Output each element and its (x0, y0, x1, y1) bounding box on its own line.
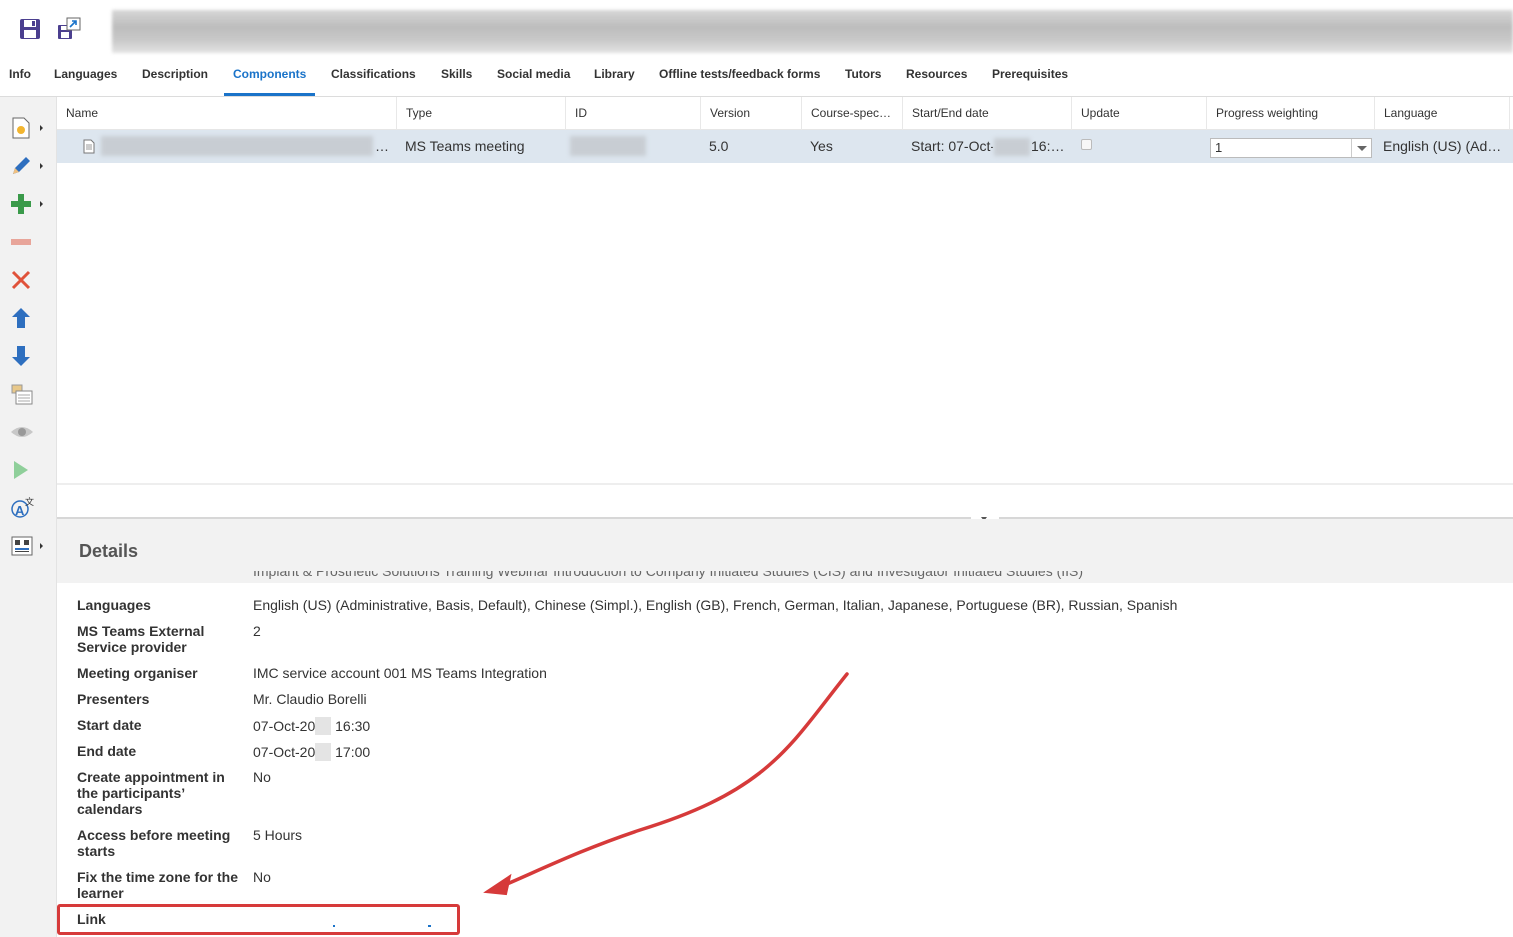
tab-languages[interactable]: Languages (45, 58, 126, 96)
copy-documents-icon (11, 384, 33, 405)
field-value-start-date: 07-Oct-20 16:30 (253, 717, 371, 735)
field-value-access-before: 5 Hours (253, 827, 303, 843)
barcode-button[interactable] (8, 531, 48, 561)
cell-start-date: Start: 07-Oct- (911, 138, 993, 154)
tab-info[interactable]: Info (0, 58, 40, 96)
move-up-button[interactable] (8, 303, 48, 333)
tab-library[interactable]: Library (585, 58, 644, 96)
field-label-access-before: Access before meeting starts (77, 827, 231, 859)
add-button[interactable] (8, 189, 48, 219)
play-icon (14, 461, 28, 479)
tab-tutors[interactable]: Tutors (836, 58, 890, 96)
tab-classifications[interactable]: Classifications (322, 58, 425, 96)
tab-resources[interactable]: Resources (897, 58, 976, 96)
svg-text:A: A (15, 503, 25, 518)
details-panel: Details Implant & Prosthetic Solutions T… (57, 519, 1513, 937)
preview-button[interactable] (8, 417, 48, 447)
close-icon (11, 270, 31, 290)
arrow-up-icon (12, 308, 30, 328)
plus-icon (11, 194, 31, 214)
column-header-version[interactable]: Version (701, 97, 802, 130)
delete-button[interactable] (8, 265, 48, 295)
highlight-box (57, 904, 460, 935)
chevron-down-icon[interactable] (1351, 139, 1371, 157)
field-value-organiser: IMC service account 001 MS Teams Integra… (253, 665, 547, 681)
save-icon[interactable] (16, 14, 44, 44)
cell-version: 5.0 (709, 138, 729, 154)
panel-splitter[interactable] (57, 483, 1513, 522)
field-label-fix-time-zone: Fix the time zone for the learner (77, 869, 239, 901)
minus-icon (11, 239, 31, 245)
tab-prerequisites[interactable]: Prerequisites (983, 58, 1077, 96)
top-toolbar (0, 0, 1513, 58)
column-header-course-specific[interactable]: Course-spec… (802, 97, 903, 130)
column-header-id[interactable]: ID (566, 97, 701, 130)
blurred-header (112, 10, 1513, 53)
translate-button[interactable]: A文 (8, 493, 48, 523)
edit-button[interactable] (8, 151, 48, 181)
field-label-start-date: Start date (77, 717, 142, 733)
components-grid: Name Type ID Version Course-spec… Start/… (57, 97, 1513, 483)
details-header: Details Implant & Prosthetic Solutions T… (57, 519, 1513, 583)
blurred-id (570, 136, 646, 156)
field-value-fix-time-zone: No (253, 869, 271, 885)
svg-text:文: 文 (25, 496, 34, 507)
translate-icon: A文 (11, 496, 34, 518)
column-header-start-end-date[interactable]: Start/End date (903, 97, 1072, 130)
field-value-languages: English (US) (Administrative, Basis, Def… (253, 597, 1178, 613)
cell-course-specific: Yes (810, 138, 833, 154)
details-title: Details (79, 541, 139, 561)
qr-code-icon (11, 536, 33, 556)
cell-start-time: 16:… (1031, 138, 1065, 154)
field-label-presenters: Presenters (77, 691, 150, 707)
new-component-button[interactable] (8, 113, 48, 143)
document-icon (83, 139, 95, 154)
left-toolbar: A文 (0, 97, 57, 937)
column-header-name[interactable]: Name (57, 97, 397, 130)
arrow-down-icon (12, 346, 30, 366)
pencil-icon (13, 157, 30, 174)
field-value-provider: 2 (253, 623, 261, 639)
cell-language: English (US) (Ad… (1383, 138, 1502, 154)
blurred-name (101, 136, 373, 156)
partial-name-row: Implant & Prosthetic Solutions Training … (253, 571, 1084, 579)
tab-offline-tests[interactable]: Offline tests/feedback forms (650, 58, 829, 96)
progress-weighting-value: 1 (1215, 140, 1223, 155)
field-label-organiser: Meeting organiser (77, 665, 198, 681)
start-button[interactable] (8, 455, 48, 485)
tab-bar: Info Languages Description Components Cl… (0, 58, 1513, 97)
column-header-language[interactable]: Language (1375, 97, 1510, 130)
new-document-icon (12, 117, 30, 139)
field-value-end-date: 07-Oct-20 17:00 (253, 743, 371, 761)
tab-social-media[interactable]: Social media (488, 58, 579, 96)
field-label-provider: MS Teams External Service provider (77, 623, 205, 655)
name-ellipsis: … (375, 138, 389, 154)
move-down-button[interactable] (8, 341, 48, 371)
update-checkbox[interactable] (1081, 139, 1092, 150)
progress-weighting-select[interactable]: 1 (1210, 138, 1372, 158)
remove-button[interactable] (8, 227, 48, 257)
field-label-end-date: End date (77, 743, 137, 759)
column-header-type[interactable]: Type (397, 97, 566, 130)
grid-header: Name Type ID Version Course-spec… Start/… (57, 97, 1513, 130)
tab-components[interactable]: Components (224, 58, 315, 96)
field-label-create-appointment: Create appointment in the participants’ … (77, 769, 225, 817)
column-header-update[interactable]: Update (1072, 97, 1207, 130)
field-label-languages: Languages (77, 597, 151, 613)
tab-description[interactable]: Description (133, 58, 217, 96)
cell-type: MS Teams meeting (405, 138, 525, 154)
save-and-close-icon[interactable] (55, 14, 83, 44)
tab-skills[interactable]: Skills (432, 58, 481, 96)
column-header-progress-weighting[interactable]: Progress weighting (1207, 97, 1375, 130)
field-value-create-appointment: No (253, 769, 271, 785)
field-value-presenters: Mr. Claudio Borelli (253, 691, 367, 707)
eye-icon (11, 427, 33, 437)
copy-button[interactable] (8, 379, 48, 409)
